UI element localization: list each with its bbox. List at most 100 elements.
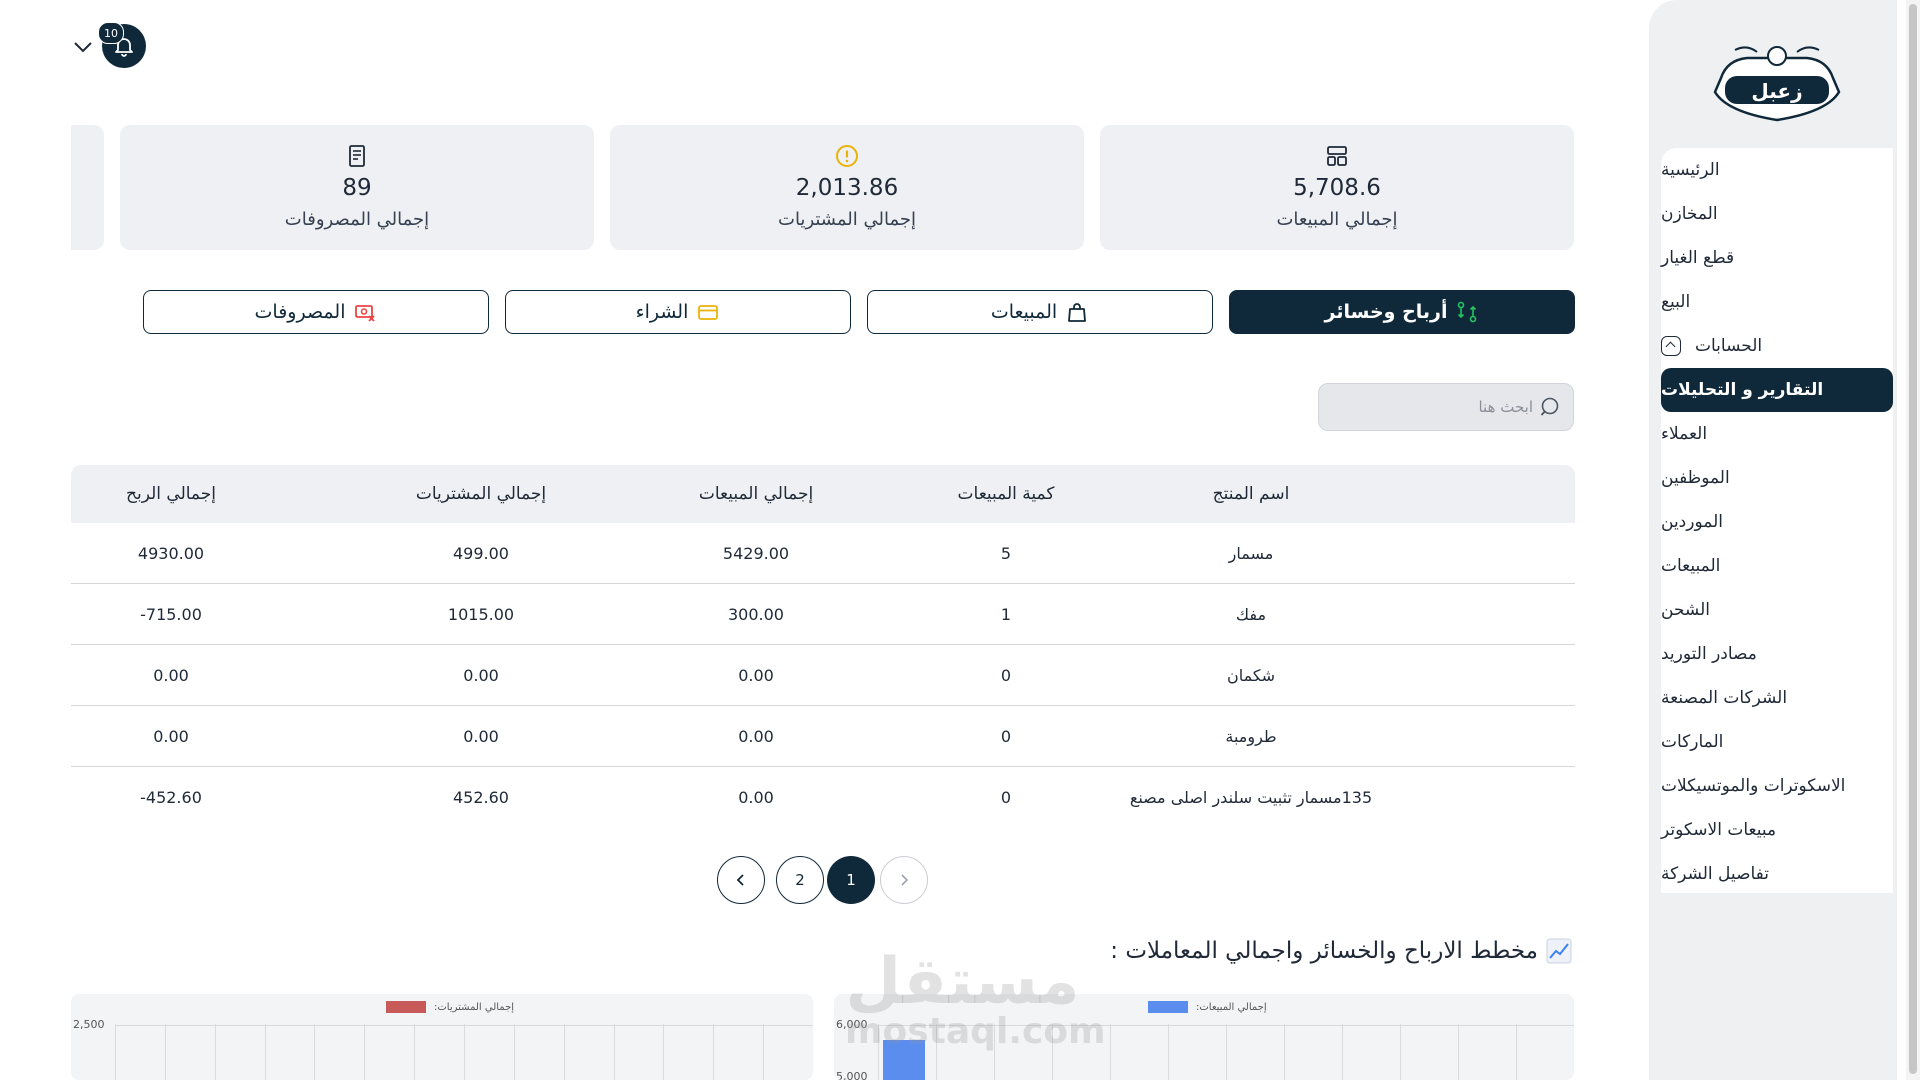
chevron-right-icon bbox=[901, 874, 909, 886]
cell-qty: 0 bbox=[1000, 665, 1012, 685]
cell-name: طرومبة bbox=[1225, 726, 1277, 746]
exchange-icon bbox=[1458, 301, 1477, 323]
sidebar-item-label: تفاصيل الشركة bbox=[1661, 864, 1770, 884]
chart-grid-line bbox=[878, 1024, 879, 1080]
legend-swatch bbox=[1148, 1001, 1188, 1013]
chart-grid-line bbox=[464, 1024, 465, 1080]
svg-text:زعبل: زعبل bbox=[1751, 79, 1802, 103]
warning-circle-icon bbox=[836, 145, 858, 167]
column-header-name[interactable]: اسم المنتج bbox=[1101, 465, 1401, 523]
pagination-next-button[interactable] bbox=[880, 856, 928, 904]
chart-trend-icon bbox=[1546, 938, 1572, 964]
brand-logo[interactable]: زعبل bbox=[1707, 40, 1847, 126]
sidebar-item-warehouses[interactable]: المخازن bbox=[1661, 192, 1893, 236]
sidebar-item-label: قطع الغيار bbox=[1661, 248, 1735, 268]
chevron-left-icon bbox=[736, 874, 744, 886]
search-box[interactable] bbox=[1318, 383, 1574, 431]
pagination-page-2[interactable]: 2 bbox=[776, 856, 824, 904]
cell-qty: 5 bbox=[1000, 543, 1012, 563]
sidebar-item-label: المخازن bbox=[1661, 204, 1718, 224]
chevron-up-icon[interactable] bbox=[1661, 336, 1681, 356]
cell-purchases: 499.00 bbox=[453, 543, 509, 563]
stat-card-expenses: 89 إجمالي المصروفات bbox=[120, 125, 594, 250]
chart-grid-line bbox=[215, 1024, 216, 1080]
table-row[interactable]: طرومبة 0 0.00 0.00 0.00 bbox=[71, 706, 1575, 767]
tab-label: أرباح وخسائر bbox=[1324, 301, 1448, 323]
chart-grid-line bbox=[1110, 1024, 1111, 1080]
sidebar-item-label: الشركات المصنعة bbox=[1661, 688, 1788, 708]
stat-card-purchases: 2,013.86 إجمالي المشتريات bbox=[610, 125, 1084, 250]
table-row[interactable]: شكمان 0 0.00 0.00 0.00 bbox=[71, 645, 1575, 706]
purchases-chart: إجمالي المشتريات: 2,500 bbox=[71, 994, 813, 1080]
sidebar-item-spare-parts[interactable]: قطع الغيار bbox=[1661, 236, 1893, 280]
legend-label: إجمالي المبيعات: bbox=[1196, 1001, 1267, 1013]
sidebar-item-supply-sources[interactable]: مصادر التوريد bbox=[1661, 632, 1893, 676]
chart-grid-line bbox=[713, 1024, 714, 1080]
sidebar-item-label: الموردين bbox=[1661, 512, 1723, 532]
sidebar-item-home[interactable]: الرئيسية bbox=[1661, 148, 1893, 192]
table-row[interactable]: 135مسمار تثبيت سلندر اصلى مصنع 0 0.00 45… bbox=[71, 767, 1575, 827]
sidebar-item-sales[interactable]: المبيعات bbox=[1661, 544, 1893, 588]
cell-purchases: 0.00 bbox=[463, 665, 499, 685]
chart-grid-line bbox=[265, 1024, 266, 1080]
chart-grid-line bbox=[936, 1024, 937, 1080]
sidebar-item-customers[interactable]: العملاء bbox=[1661, 412, 1893, 456]
search-input[interactable] bbox=[1381, 397, 1535, 417]
chevron-down-icon[interactable] bbox=[72, 36, 94, 58]
stat-card-sales: 5,708.6 إجمالي المبيعات bbox=[1100, 125, 1574, 250]
stat-label: إجمالي المشتريات bbox=[778, 209, 916, 230]
chart-legend[interactable]: إجمالي المشتريات: bbox=[386, 1001, 514, 1013]
cell-qty: 0 bbox=[1000, 787, 1012, 807]
cell-sales: 5429.00 bbox=[722, 543, 790, 563]
sidebar-item-label: الرئيسية bbox=[1661, 160, 1720, 180]
chart-grid-line bbox=[115, 1024, 116, 1080]
cell-sales: 0.00 bbox=[738, 665, 774, 685]
pagination-prev-button[interactable] bbox=[717, 856, 765, 904]
page-scrollbar[interactable] bbox=[1906, 0, 1920, 1080]
sidebar-item-accounts[interactable]: الحسابات bbox=[1661, 324, 1893, 368]
stat-card-partial bbox=[71, 125, 104, 250]
column-header-qty[interactable]: كمية المبيعات bbox=[881, 465, 1131, 523]
sidebar-item-brands[interactable]: الماركات bbox=[1661, 720, 1893, 764]
column-header-purchases[interactable]: إجمالي المشتريات bbox=[356, 465, 606, 523]
chart-bar[interactable] bbox=[883, 1040, 925, 1080]
cell-name: مفك bbox=[1235, 604, 1267, 624]
sidebar-item-reports[interactable]: التقارير و التحليلات bbox=[1661, 368, 1893, 412]
chart-grid-line bbox=[763, 1024, 764, 1080]
tab-profit-loss[interactable]: أرباح وخسائر bbox=[1229, 290, 1575, 334]
bag-icon bbox=[1068, 303, 1087, 322]
sidebar-item-employees[interactable]: الموظفين bbox=[1661, 456, 1893, 500]
chart-grid-line bbox=[994, 1024, 995, 1080]
table-row[interactable]: مسمار 5 5429.00 499.00 4930.00 bbox=[71, 523, 1575, 584]
sidebar-item-scooters[interactable]: الاسكوترات والموتسيكلات bbox=[1661, 764, 1893, 808]
chart-grid-line bbox=[1052, 1024, 1053, 1080]
sidebar-item-suppliers[interactable]: الموردين bbox=[1661, 500, 1893, 544]
chart-grid-line bbox=[1342, 1024, 1343, 1080]
tab-label: المصروفات bbox=[254, 301, 346, 323]
cell-name: شكمان bbox=[1226, 665, 1276, 685]
chart-legend[interactable]: إجمالي المبيعات: bbox=[1148, 1001, 1267, 1013]
scrollbar-thumb[interactable] bbox=[1909, 4, 1917, 1074]
sidebar-nav: الرئيسية المخازن قطع الغيار البيع الحساب… bbox=[1661, 148, 1893, 893]
sidebar-item-sell[interactable]: البيع bbox=[1661, 280, 1893, 324]
pagination-page-1[interactable]: 1 bbox=[827, 856, 875, 904]
tab-sales[interactable]: المبيعات bbox=[867, 290, 1213, 334]
column-header-sales[interactable]: إجمالي المبيعات bbox=[631, 465, 881, 523]
tab-expenses[interactable]: المصروفات bbox=[143, 290, 489, 334]
tab-purchase[interactable]: الشراء bbox=[505, 290, 851, 334]
sidebar-item-manufacturers[interactable]: الشركات المصنعة bbox=[1661, 676, 1893, 720]
sidebar-item-company-details[interactable]: تفاصيل الشركة bbox=[1661, 852, 1893, 896]
sidebar-item-label: البيع bbox=[1661, 292, 1691, 312]
chart-section-title: مخطط الارباح والخسائر واجمالي المعاملات … bbox=[1100, 938, 1572, 964]
chart-grid-line bbox=[564, 1024, 565, 1080]
sidebar: زعبل الرئيسية المخازن قطع الغيار البيع ا… bbox=[1649, 0, 1897, 1080]
sidebar-item-shipping[interactable]: الشحن bbox=[1661, 588, 1893, 632]
chart-grid-line bbox=[414, 1024, 415, 1080]
cell-profit: 4930.00 bbox=[137, 543, 205, 563]
sidebar-item-scooter-sales[interactable]: مبيعات الاسكوتر bbox=[1661, 808, 1893, 852]
cell-sales: 300.00 bbox=[728, 604, 784, 624]
y-tick-label: 5,000 bbox=[836, 1070, 868, 1080]
column-header-profit[interactable]: إجمالي الربح bbox=[71, 465, 271, 523]
chart-grid-line bbox=[514, 1024, 515, 1080]
table-row[interactable]: مفك 1 300.00 1015.00 -715.00 bbox=[71, 584, 1575, 645]
